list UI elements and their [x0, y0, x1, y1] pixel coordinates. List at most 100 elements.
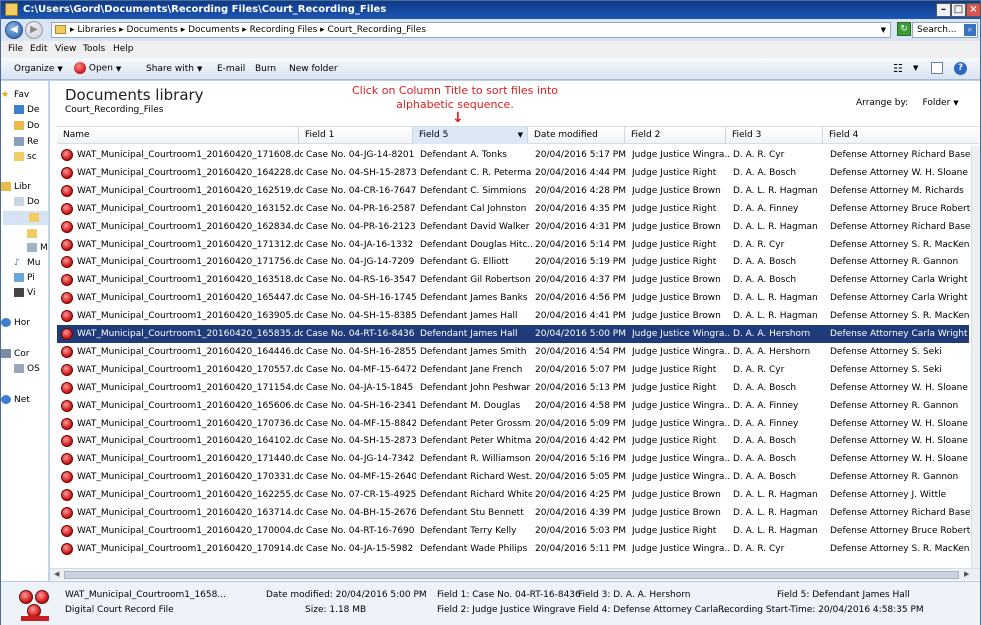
- table-row[interactable]: WAT_Municipal_Courtroom1_20160420_162255…: [57, 486, 969, 504]
- open-button[interactable]: Open ▼: [74, 62, 121, 74]
- cell-field3: D. A. L. R. Hagman: [733, 311, 818, 322]
- table-row[interactable]: WAT_Municipal_Courtroom1_20160420_171154…: [57, 379, 969, 397]
- column-header-date-modified[interactable]: Date modified: [528, 127, 625, 144]
- scroll-right-icon[interactable]: ▶: [964, 570, 969, 578]
- menu-view[interactable]: View: [55, 44, 76, 54]
- nav-pictures[interactable]: Pi: [14, 273, 35, 283]
- cell-name: WAT_Municipal_Courtroom1_20160420_171154…: [77, 382, 303, 393]
- crumb-documents[interactable]: Documents: [127, 25, 178, 35]
- search-input[interactable]: Search... ⌕: [912, 22, 978, 38]
- column-header-field5[interactable]: Field 5 ▼: [413, 127, 528, 144]
- nav-selected-folder[interactable]: [3, 211, 48, 225]
- table-row[interactable]: WAT_Municipal_Courtroom1_20160420_162519…: [57, 182, 969, 200]
- crumb-documents-2[interactable]: Documents: [188, 25, 239, 35]
- menu-file[interactable]: File: [8, 44, 23, 54]
- menu-edit[interactable]: Edit: [30, 44, 47, 54]
- table-row[interactable]: WAT_Municipal_Courtroom1_20160420_171608…: [57, 146, 970, 164]
- column-header-field1[interactable]: Field 1: [299, 127, 413, 144]
- table-row[interactable]: WAT_Municipal_Courtroom1_20160420_171312…: [57, 236, 970, 254]
- search-icon[interactable]: ⌕: [964, 24, 976, 36]
- share-with-button[interactable]: Share with ▼: [146, 64, 202, 74]
- scroll-left-icon[interactable]: ◀: [54, 570, 59, 578]
- nav-sc[interactable]: sc: [14, 152, 37, 162]
- computer-icon: [1, 349, 11, 358]
- chevron-down-icon[interactable]: ▼: [518, 127, 523, 144]
- chevron-down-icon[interactable]: ▼: [881, 23, 886, 37]
- table-row[interactable]: WAT_Municipal_Courtroom1_20160420_163152…: [57, 200, 970, 218]
- table-row[interactable]: WAT_Municipal_Courtroom1_20160420_163905…: [57, 307, 970, 325]
- cell-date-modified: 20/04/2016 4:42 PM: [535, 436, 626, 447]
- back-button[interactable]: ◀: [5, 21, 23, 39]
- scrollbar-thumb[interactable]: [64, 571, 959, 579]
- table-row[interactable]: WAT_Municipal_Courtroom1_20160420_163518…: [57, 271, 969, 289]
- nav-os[interactable]: OS: [14, 364, 40, 374]
- table-row[interactable]: WAT_Municipal_Courtroom1_20160420_163714…: [57, 504, 970, 522]
- cell-field5: Defendant James Hall: [420, 311, 518, 322]
- table-row[interactable]: WAT_Municipal_Courtroom1_20160420_171756…: [57, 253, 969, 271]
- table-row[interactable]: WAT_Municipal_Courtroom1_20160420_162834…: [57, 218, 970, 236]
- column-header-field2[interactable]: Field 2: [625, 127, 726, 144]
- nav-favorites[interactable]: ★ Fav: [1, 90, 29, 100]
- cell-date-modified: 20/04/2016 5:19 PM: [535, 257, 626, 268]
- table-row[interactable]: WAT_Municipal_Courtroom1_20160420_171440…: [57, 450, 969, 468]
- crumb-libraries[interactable]: Libraries: [77, 25, 116, 35]
- table-row[interactable]: WAT_Municipal_Courtroom1_20160420_164228…: [57, 164, 969, 182]
- nav-documents[interactable]: Do: [14, 197, 39, 207]
- nav-libraries[interactable]: Libr: [1, 182, 31, 192]
- crumb-recording-files[interactable]: Recording Files: [250, 25, 318, 35]
- table-row[interactable]: WAT_Municipal_Courtroom1_20160420_170331…: [57, 468, 969, 486]
- nav-recent[interactable]: Re: [14, 137, 38, 147]
- minimize-button[interactable]: –: [936, 3, 951, 17]
- chevron-down-icon[interactable]: ▼: [913, 64, 918, 72]
- nav-mi[interactable]: Mi: [27, 243, 48, 253]
- preview-pane-icon[interactable]: [931, 62, 943, 74]
- cell-name: WAT_Municipal_Courtroom1_20160420_171756…: [77, 257, 303, 268]
- folder-icon: [29, 213, 39, 222]
- table-row[interactable]: WAT_Municipal_Courtroom1_20160420_170557…: [57, 361, 969, 379]
- command-bar: Organize ▼ Open ▼ Share with ▼ E-mail Burn …: [1, 58, 980, 80]
- column-header-name[interactable]: Name: [57, 127, 299, 144]
- nav-homegroup[interactable]: Hor: [1, 318, 30, 328]
- email-button[interactable]: E-mail: [217, 64, 245, 74]
- table-row[interactable]: WAT_Municipal_Courtroom1_20160420_165835…: [57, 325, 969, 343]
- organize-button[interactable]: Organize ▼: [14, 64, 63, 74]
- court-record-icon: [61, 292, 73, 305]
- table-row[interactable]: WAT_Municipal_Courtroom1_20160420_164102…: [57, 432, 969, 450]
- breadcrumb[interactable]: ▸ Libraries ▸ Documents ▸ Documents ▸ Re…: [51, 22, 891, 38]
- table-row[interactable]: WAT_Municipal_Courtroom1_20160420_170004…: [57, 522, 970, 540]
- nav-network[interactable]: Net: [1, 395, 30, 405]
- forward-button[interactable]: ▶: [25, 21, 43, 39]
- table-row[interactable]: WAT_Municipal_Courtroom1_20160420_165447…: [57, 289, 969, 307]
- column-header-field3[interactable]: Field 3: [726, 127, 823, 144]
- nav-downloads[interactable]: Do: [14, 121, 39, 131]
- table-row[interactable]: WAT_Municipal_Courtroom1_20160420_164446…: [57, 343, 969, 361]
- cell-field2: Judge Justice Wingra...: [632, 329, 730, 339]
- close-button[interactable]: ×: [966, 3, 981, 17]
- horizontal-scrollbar[interactable]: ◀ ▶: [50, 568, 980, 580]
- table-row[interactable]: WAT_Municipal_Courtroom1_20160420_170914…: [57, 540, 970, 558]
- table-row[interactable]: WAT_Municipal_Courtroom1_20160420_165606…: [57, 397, 969, 415]
- menu-tools[interactable]: Tools: [83, 44, 105, 54]
- nav-videos[interactable]: Vi: [14, 288, 35, 298]
- cell-field2: Judge Justice Right: [632, 239, 717, 250]
- nav-desktop[interactable]: De: [14, 105, 39, 115]
- table-row[interactable]: WAT_Municipal_Courtroom1_20160420_170736…: [57, 415, 969, 433]
- new-folder-button[interactable]: New folder: [289, 64, 338, 74]
- views-icon[interactable]: ☷: [893, 62, 903, 75]
- refresh-icon[interactable]: ↻: [897, 22, 911, 36]
- menu-help[interactable]: Help: [113, 44, 134, 54]
- crumb-court-recording-files[interactable]: Court_Recording_Files: [328, 25, 427, 35]
- downloads-icon: [14, 121, 24, 130]
- nav-computer[interactable]: Cor: [1, 349, 30, 359]
- help-icon[interactable]: ?: [954, 62, 967, 75]
- burn-button[interactable]: Burn: [255, 64, 276, 74]
- maximize-button[interactable]: □: [951, 3, 966, 17]
- arrange-by[interactable]: Arrange by: Folder ▼: [856, 98, 959, 108]
- nav-folder[interactable]: [27, 229, 40, 239]
- cell-field4: Defense Attorney S. R. MacKenzie: [830, 311, 970, 322]
- cell-name: WAT_Municipal_Courtroom1_20160420_164446…: [77, 346, 303, 357]
- cell-field1: Case No. 04-MF-15-6472: [306, 364, 416, 375]
- vertical-scrollbar[interactable]: [971, 146, 980, 576]
- column-header-field4[interactable]: Field 4: [823, 127, 979, 144]
- nav-music[interactable]: ♪ Mu: [14, 258, 40, 268]
